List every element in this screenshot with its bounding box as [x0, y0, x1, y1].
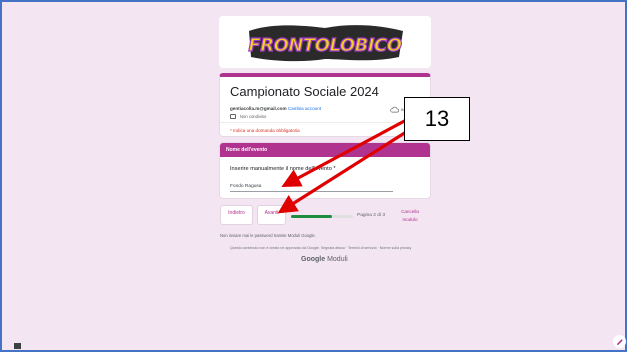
form-header-card: Campionato Sociale 2024 gentiacolla.m@gm… — [219, 73, 431, 137]
progress-bar — [291, 215, 353, 218]
event-name-input[interactable]: Fondo Ragusa — [230, 184, 261, 189]
clear-form-button[interactable]: Cancella modulo — [399, 208, 421, 224]
back-button[interactable]: Indietro — [220, 205, 253, 225]
question-label: Inserire manualmente il nome dell'evento… — [230, 166, 336, 172]
section-title: Nome dell'evento — [220, 143, 430, 157]
share-status: Non condiviso — [230, 114, 266, 119]
forms-wordmark: Moduli — [327, 256, 348, 263]
account-email-text: gentiacolla.m@gmail.com — [230, 106, 287, 111]
legal-notice: Questo contenuto non è creato né approva… — [230, 246, 412, 250]
cloud-saved-icon — [390, 106, 399, 113]
next-button[interactable]: Avanti — [257, 205, 286, 225]
password-warning: Non inviare mai le password tramite Modu… — [220, 233, 316, 238]
pencil-icon — [616, 338, 623, 345]
svg-text:FRONTOLOBICO: FRONTOLOBICO — [248, 35, 401, 56]
share-icon — [230, 114, 236, 119]
share-status-text: Non condiviso — [240, 114, 267, 119]
form-title: Campionato Sociale 2024 — [230, 84, 379, 99]
frontolobico-logo: FRONTOLOBICO — [248, 25, 403, 62]
divider — [220, 122, 430, 123]
annotation-callout: 13 — [404, 97, 470, 141]
google-wordmark: Google — [301, 256, 326, 263]
page-indicator: Pagina 2 di 3 — [357, 213, 386, 218]
switch-account-link[interactable]: Cambia account — [288, 106, 321, 111]
report-icon[interactable] — [14, 343, 21, 349]
google-forms-brand: Google Moduli — [301, 256, 348, 263]
page-frame: FRONTOLOBICO Campionato Sociale 2024 gen… — [0, 0, 627, 352]
input-underline — [230, 191, 393, 192]
section-card: Nome dell'evento Inserire manualmente il… — [219, 142, 431, 199]
form-banner: FRONTOLOBICO — [219, 16, 431, 68]
required-notice: * Indica una domanda obbligatoria — [230, 128, 300, 133]
progress-fill — [291, 215, 332, 218]
edit-icon[interactable] — [613, 335, 626, 348]
account-email: gentiacolla.m@gmail.com Cambia account — [230, 106, 321, 111]
